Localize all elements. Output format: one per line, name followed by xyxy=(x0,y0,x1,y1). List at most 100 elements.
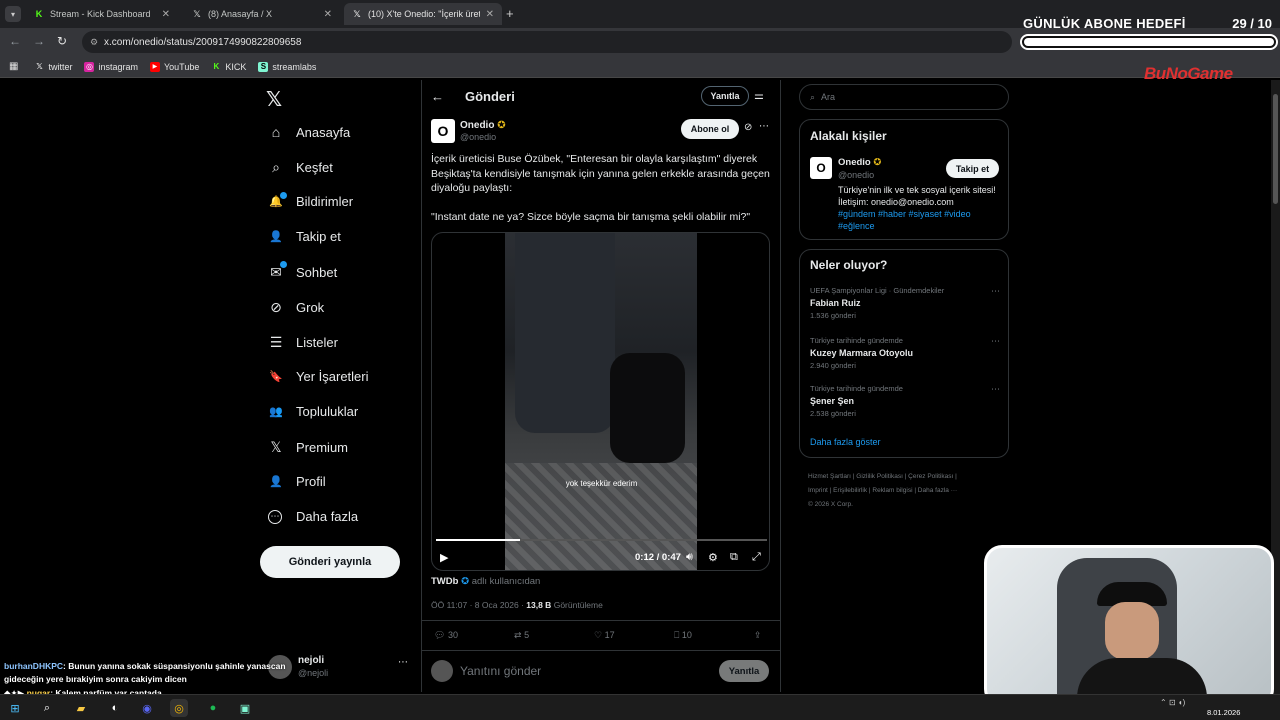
x-home-logo[interactable]: 𝕏 xyxy=(266,87,282,112)
sidebar-item-profil[interactable]: 👤 Profil xyxy=(268,474,325,489)
share-icon[interactable]: ⇪ xyxy=(754,630,762,641)
settings-gear-icon[interactable]: ⚙ xyxy=(708,551,718,564)
onedio-avatar[interactable]: O xyxy=(810,157,832,179)
back-arrow-icon[interactable]: ← xyxy=(9,34,21,48)
trend-item[interactable]: Türkiye tarihinde gündemde Şener Şen 2.5… xyxy=(810,384,1000,418)
author-name-text: Onedio xyxy=(460,120,495,131)
bookmark-youtube[interactable]: ▶ YouTube xyxy=(149,61,199,72)
trend-item[interactable]: Türkiye tarihinde gündemde Kuzey Marmara… xyxy=(810,336,1000,370)
follow-button[interactable]: Takip et xyxy=(946,159,999,178)
person-name[interactable]: Onedio ✪ xyxy=(838,157,881,168)
like-count: 17 xyxy=(604,630,615,640)
footer-line[interactable]: Hizmet Şartları | Gizlilik Politikası | … xyxy=(808,470,1008,484)
grok-icon[interactable]: ⊘ xyxy=(744,122,752,133)
reload-icon[interactable]: ↻ xyxy=(57,34,67,48)
new-tab-button[interactable]: + xyxy=(506,6,514,21)
repost-action[interactable]: ⇄ 5 xyxy=(514,630,594,641)
volume-icon[interactable]: 🔊︎ xyxy=(686,551,693,564)
trend-item[interactable]: UEFA Şampiyonlar Ligi · Gündemdekiler Fa… xyxy=(810,286,1000,320)
footer-line[interactable]: Imprint | Erişilebilirlik | Reklam bilgi… xyxy=(808,484,1008,498)
tray-icons[interactable]: ⌃ ⊡ ◖) xyxy=(1160,698,1185,707)
windows-start-icon[interactable]: ⊞ xyxy=(6,699,24,717)
reply-action[interactable]: 💬︎ 30 xyxy=(434,630,514,641)
post-button[interactable]: Gönderi yayınla xyxy=(260,546,400,578)
trend-name: Fabian Ruiz xyxy=(810,298,861,308)
bookmark-streamlabs[interactable]: Sstreamlabs xyxy=(258,61,316,72)
address-bar[interactable]: ⚙ x.com/onedio/status/200917499082280965… xyxy=(82,31,1012,53)
source-suffix: adlı kullanıcıdan xyxy=(471,576,541,587)
onedio-avatar[interactable]: O xyxy=(431,119,455,143)
video-player[interactable]: yok teşekkür ederim ▶ 0:12 / 0:47 🔊︎ ⚙ ⧉… xyxy=(431,232,770,571)
bookmark-kick[interactable]: K KICK xyxy=(211,62,246,72)
more-dots-icon[interactable]: ⋯ xyxy=(759,121,769,132)
sidebar-item-sohbet[interactable]: ✉ Sohbet xyxy=(268,261,337,281)
x-premium-icon: 𝕏 xyxy=(270,439,282,455)
pip-icon[interactable]: ⧉ xyxy=(730,551,738,564)
more-dots-icon[interactable]: ⋯ xyxy=(991,384,1000,395)
person-bio: Türkiye'nin ilk ve tek sosyal içerik sit… xyxy=(838,185,996,207)
sidebar-item-grok[interactable]: ⊘ Grok xyxy=(268,299,324,316)
forward-arrow-icon[interactable]: → xyxy=(33,34,45,48)
sidebar-item-takip-et[interactable]: 👤 Takip et xyxy=(268,229,341,244)
fullscreen-icon[interactable]: ⤢ xyxy=(752,551,761,564)
close-tab-icon[interactable]: ✕ xyxy=(486,9,494,20)
sidebar-item-kesfet[interactable]: ⌕ Keşfet xyxy=(268,159,333,176)
bookmark-instagram[interactable]: ◎ instagram xyxy=(84,61,138,72)
bookmark-action[interactable]: ⎕ 10 xyxy=(674,630,754,641)
app-icon[interactable]: ◐ xyxy=(106,699,124,717)
view-count: 13,8 B xyxy=(526,600,552,610)
account-switcher[interactable]: nejoli @nejoli ⋯ xyxy=(268,653,410,681)
reply-header-button[interactable]: Yanıtla xyxy=(701,86,749,106)
x-logo-icon: 𝕏 xyxy=(36,62,43,71)
site-info-icon[interactable]: ⚙ xyxy=(90,37,98,48)
sidebar-item-premium[interactable]: 𝕏 Premium xyxy=(268,439,348,456)
close-tab-icon[interactable]: ✕ xyxy=(162,9,170,20)
search-icon[interactable]: ⌕ xyxy=(38,699,56,717)
sidebar-item-daha-fazla[interactable]: ⋯ Daha fazla xyxy=(268,509,358,524)
chrome-icon[interactable]: ◎ xyxy=(170,699,188,717)
show-more-link[interactable]: Daha fazla göster xyxy=(810,437,881,447)
subscribe-button[interactable]: Abone ol xyxy=(681,119,739,139)
sidebar-item-topluluklar[interactable]: 👥 Topluluklar xyxy=(268,404,358,419)
tab-search-button[interactable]: ▾ xyxy=(5,6,21,22)
close-tab-icon[interactable]: ✕ xyxy=(324,9,332,20)
search-input[interactable]: ⌕ Ara xyxy=(799,84,1009,110)
source-username[interactable]: TWDb xyxy=(431,576,458,587)
more-dots-icon[interactable]: ⋯ xyxy=(991,286,1000,297)
sidebar-item-listeler[interactable]: ☰ Listeler xyxy=(268,334,338,351)
reply-submit-button[interactable]: Yanıtla xyxy=(719,660,769,682)
follow-user-icon: 👤 xyxy=(269,231,283,243)
taskbar-date: 8.01.2026 xyxy=(1207,708,1241,717)
search-icon: ⌕ xyxy=(272,159,280,175)
apps-grid-icon[interactable]: ▦ xyxy=(9,61,18,72)
play-icon[interactable]: ▶ xyxy=(440,551,448,564)
back-arrow-icon[interactable]: ← xyxy=(431,89,444,104)
video-source: TWDb ✪ adlı kullanıcıdan xyxy=(431,576,540,587)
scrollbar-thumb[interactable] xyxy=(1273,94,1278,204)
like-action[interactable]: ♡ 17 xyxy=(594,630,674,641)
card-title: Neler oluyor? xyxy=(810,258,888,272)
person-hashtags[interactable]: #gündem #haber #siyaset #video #eğlence xyxy=(838,208,998,232)
tab-x-onedio-post[interactable]: 𝕏 (10) X'te Onedio: "İçerik üreticisi ✕ xyxy=(344,3,502,25)
trend-count: 2.940 gönderi xyxy=(810,361,856,370)
repost-count: 5 xyxy=(524,630,530,640)
sidebar-item-yer-isaretleri[interactable]: 🔖 Yer İşaretleri xyxy=(268,369,368,384)
discord-icon[interactable]: ◉ xyxy=(138,699,156,717)
more-dots-icon[interactable]: ⋯ xyxy=(991,336,1000,347)
filter-sliders-icon[interactable]: ⚌ xyxy=(754,89,764,102)
sidebar-item-label: Bildirimler xyxy=(296,194,354,209)
file-explorer-icon[interactable]: ▰ xyxy=(72,699,90,717)
sidebar-item-label: Listeler xyxy=(296,335,338,350)
bookmark-twitter[interactable]: 𝕏twitter xyxy=(34,62,72,72)
tab-x-home[interactable]: 𝕏 (8) Anasayfa / X ✕ xyxy=(184,3,340,25)
more-dots-icon[interactable]: ⋯ xyxy=(398,657,408,668)
sidebar-item-anasayfa[interactable]: ⌂ Anasayfa xyxy=(268,124,350,140)
tab-kick-dashboard[interactable]: K Stream - Kick Dashboard ✕ xyxy=(26,3,178,25)
sidebar-item-bildirimler[interactable]: 🔔 Bildirimler xyxy=(268,192,354,209)
reply-input[interactable]: Yanıtını gönder xyxy=(460,664,541,678)
streamlabs-icon[interactable]: ▣ xyxy=(236,699,254,717)
author-handle[interactable]: @onedio xyxy=(460,132,496,142)
post-quote-text: "Instant date ne ya? Sizce böyle saçma b… xyxy=(431,211,751,223)
author-name[interactable]: Onedio ✪ xyxy=(460,120,506,131)
spotify-icon[interactable]: ● xyxy=(204,699,222,717)
